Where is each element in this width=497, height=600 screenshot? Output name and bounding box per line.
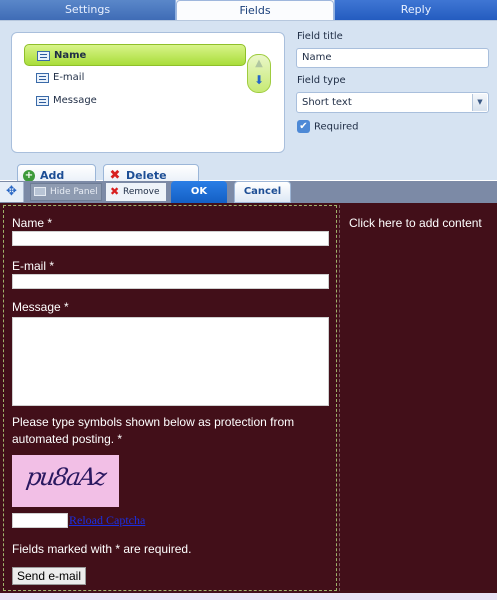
add-content-placeholder[interactable]: Click here to add content: [349, 216, 482, 230]
reload-captcha-link[interactable]: Reload Captcha: [69, 513, 145, 528]
field-title-input[interactable]: Name: [296, 48, 489, 68]
contact-form: Name * E-mail * Message * Please type sy…: [3, 205, 337, 591]
hide-panel-label: Hide Panel: [50, 187, 98, 197]
chevron-down-icon[interactable]: ▼: [472, 94, 487, 111]
text-field-icon: [37, 51, 50, 61]
tab-reply[interactable]: Reply: [334, 0, 497, 20]
checkmark-icon: ✔: [297, 120, 310, 133]
remove-button[interactable]: ✖ Remove: [106, 183, 166, 201]
field-item-label: Message: [53, 95, 97, 106]
required-label: Required: [314, 121, 359, 133]
field-type-select[interactable]: Short text ▼: [296, 92, 489, 113]
send-email-button[interactable]: Send e-mail: [12, 567, 86, 585]
captcha-text: pu8aAz: [24, 463, 107, 491]
ok-button[interactable]: OK: [171, 181, 227, 203]
captcha-image: pu8aAz: [12, 455, 119, 507]
name-input[interactable]: [12, 231, 329, 246]
message-textarea[interactable]: [12, 317, 329, 406]
text-field-icon: [36, 96, 49, 106]
hide-panel-button[interactable]: Hide Panel: [30, 183, 102, 201]
captcha-notice: Please type symbols shown below as prote…: [12, 415, 295, 446]
cancel-button[interactable]: Cancel: [234, 181, 291, 203]
name-label: Name *: [12, 216, 53, 230]
tab-fields[interactable]: Fields: [176, 0, 334, 21]
reorder-arrows: ▲ ⬇: [247, 54, 271, 93]
hide-panel-icon: [34, 187, 46, 196]
panel-toolbar: ✥ Hide Panel ✖ Remove OK Cancel: [0, 181, 497, 203]
field-item-name[interactable]: Name: [24, 44, 246, 66]
tab-bar: Settings Fields Reply: [0, 0, 497, 21]
text-field-icon: [36, 73, 49, 83]
field-type-label: Field type: [297, 75, 346, 86]
move-icon[interactable]: ✥: [0, 182, 24, 202]
captcha-input[interactable]: [12, 513, 68, 528]
field-item-label: E-mail: [53, 72, 85, 83]
move-down-icon[interactable]: ⬇: [248, 73, 270, 89]
required-note: Fields marked with * are required.: [12, 542, 192, 556]
field-item-label: Name: [54, 50, 87, 61]
field-item-message[interactable]: Message: [24, 90, 246, 112]
empty-content-area[interactable]: Click here to add content: [339, 205, 495, 591]
remove-label: Remove: [123, 187, 160, 197]
email-label: E-mail *: [12, 259, 55, 273]
form-editor-panel: Settings Fields Reply Name E-mail Messag…: [0, 0, 497, 204]
email-input[interactable]: [12, 274, 329, 289]
field-item-email[interactable]: E-mail: [24, 67, 246, 89]
website-content: Name * E-mail * Message * Please type sy…: [0, 203, 497, 593]
fields-list: Name E-mail Message ▲ ⬇: [11, 32, 285, 153]
field-type-value: Short text: [302, 97, 352, 108]
bottom-strip: [0, 593, 497, 600]
move-up-icon[interactable]: ▲: [248, 58, 270, 72]
field-title-label: Field title: [297, 31, 343, 42]
remove-icon: ✖: [110, 185, 120, 198]
fields-tab-content: Name E-mail Message ▲ ⬇ + Add Field ✖ De…: [0, 20, 497, 204]
tab-settings[interactable]: Settings: [0, 0, 176, 20]
required-checkbox[interactable]: ✔ Required: [297, 120, 359, 133]
message-label: Message *: [12, 300, 69, 314]
